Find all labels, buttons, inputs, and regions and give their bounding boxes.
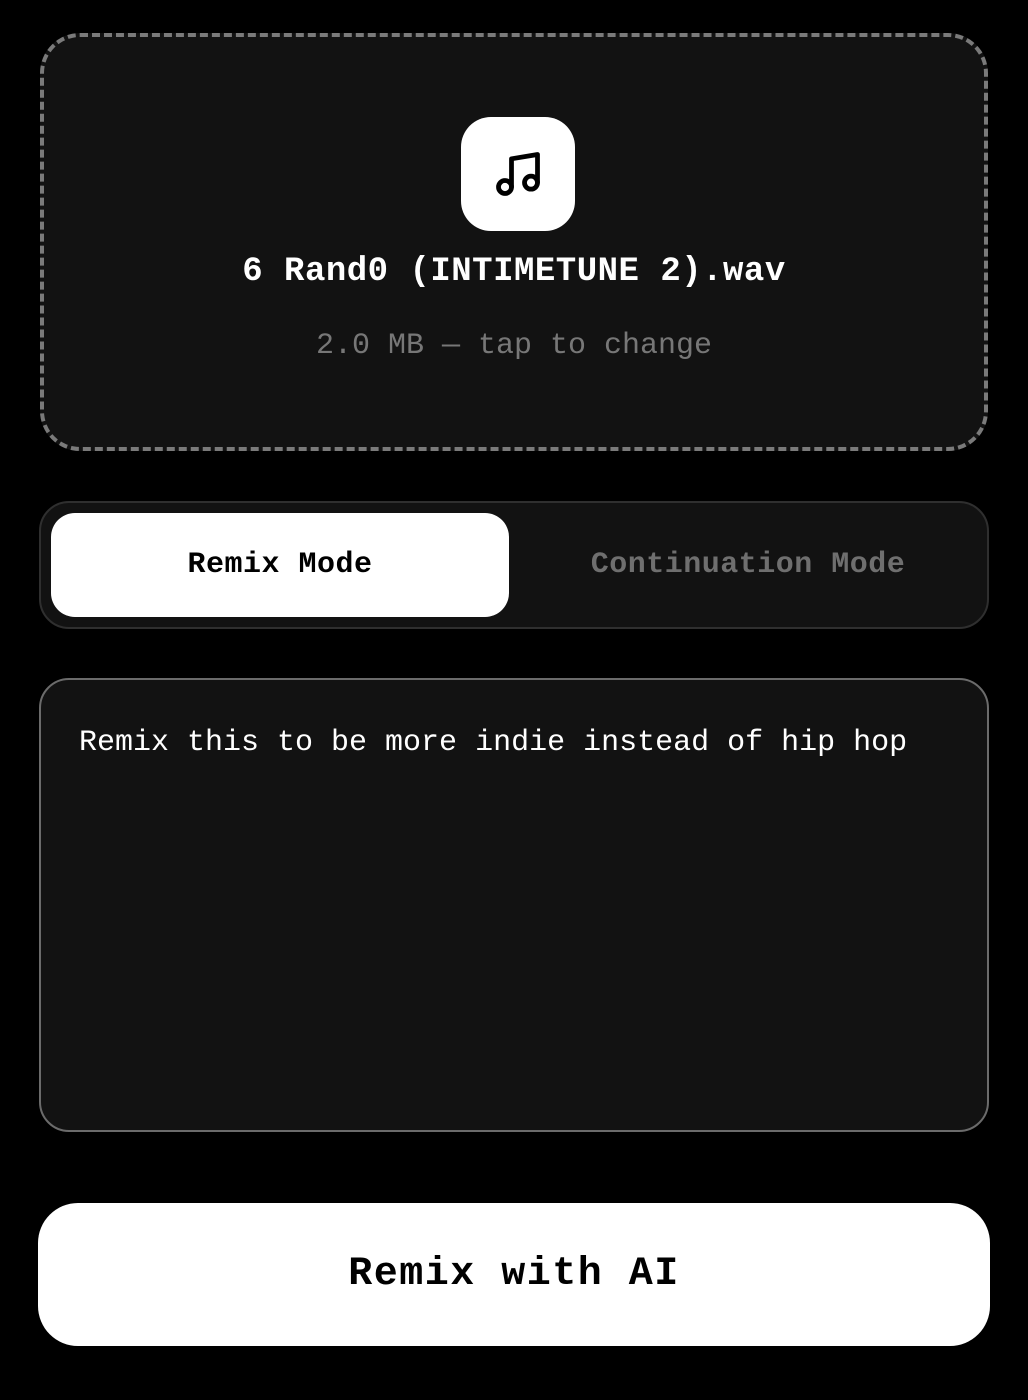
audio-upload-dropzone[interactable]: 6 Rand0 (INTIMETUNE 2).wav 2.0 MB — tap …	[40, 33, 988, 451]
prompt-textarea[interactable]: Remix this to be more indie instead of h…	[39, 678, 989, 1132]
tab-remix-mode[interactable]: Remix Mode	[51, 513, 509, 617]
music-note-icon	[496, 152, 540, 196]
file-icon-tile	[461, 117, 575, 231]
remix-with-ai-button[interactable]: Remix with AI	[38, 1203, 990, 1346]
mode-switch: Remix Mode Continuation Mode	[39, 501, 989, 629]
file-name: 6 Rand0 (INTIMETUNE 2).wav	[242, 253, 786, 291]
tab-continuation-mode[interactable]: Continuation Mode	[519, 513, 977, 617]
file-meta: 2.0 MB — tap to change	[315, 329, 713, 363]
